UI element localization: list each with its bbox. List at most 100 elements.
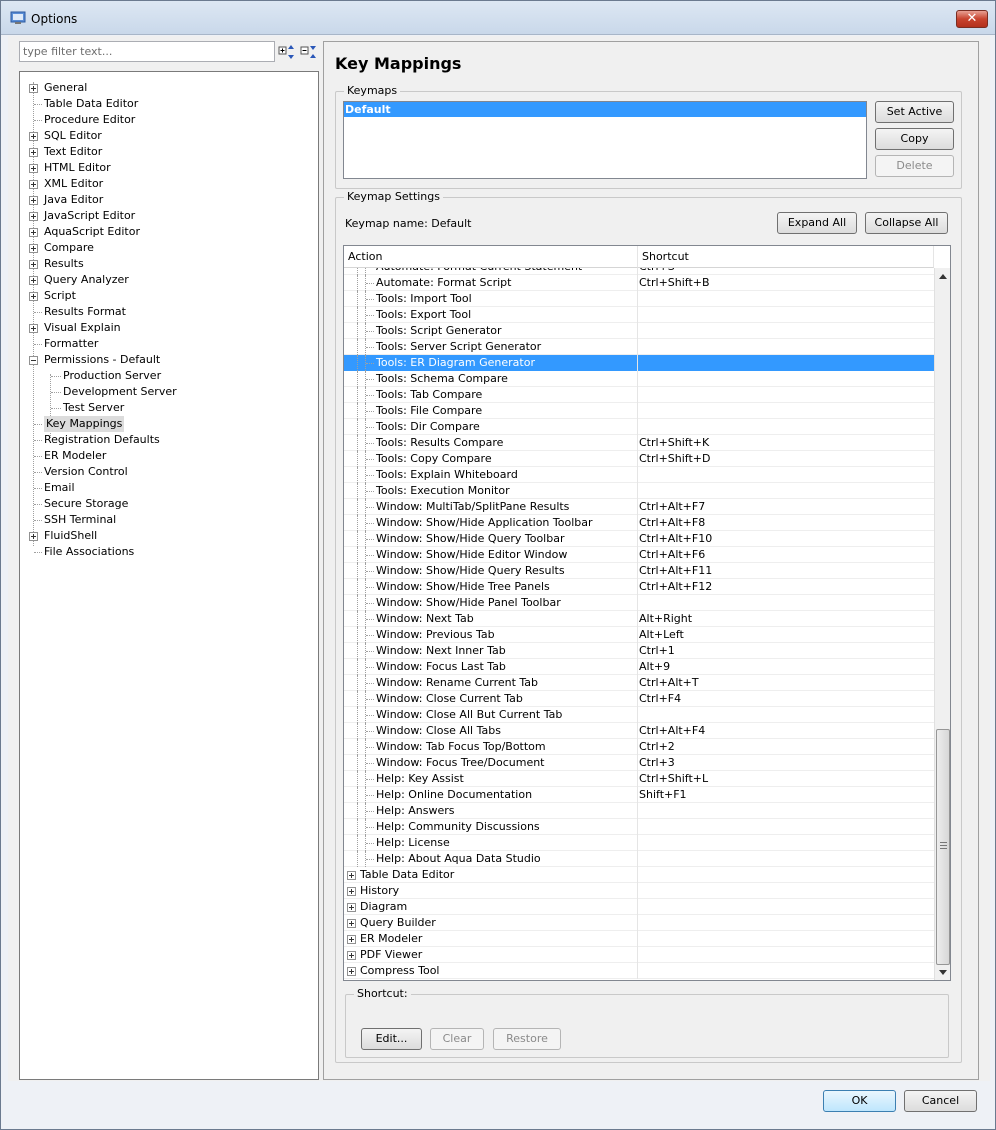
- table-row[interactable]: Tools: File Compare: [344, 403, 934, 419]
- tree-item[interactable]: Test Server: [20, 400, 318, 416]
- table-row[interactable]: Window: Show/Hide Query Results Ctrl+Alt+…: [344, 563, 934, 579]
- tree-item[interactable]: Email: [20, 480, 318, 496]
- expand-icon[interactable]: [347, 903, 356, 912]
- tree-item[interactable]: Query Analyzer: [20, 272, 318, 288]
- table-row[interactable]: Tools: Server Script Generator: [344, 339, 934, 355]
- tree-item[interactable]: JavaScript Editor: [20, 208, 318, 224]
- filter-input[interactable]: [19, 41, 275, 62]
- tree-item[interactable]: SSH Terminal: [20, 512, 318, 528]
- expand-icon[interactable]: [347, 919, 356, 928]
- collapse-all-button[interactable]: Collapse All: [865, 212, 948, 234]
- table-row[interactable]: Window: Close All Tabs Ctrl+Alt+F4: [344, 723, 934, 739]
- table-row[interactable]: Tools: Import Tool: [344, 291, 934, 307]
- tree-item[interactable]: Formatter: [20, 336, 318, 352]
- ok-button[interactable]: OK: [823, 1090, 896, 1112]
- tree-item[interactable]: ER Modeler: [20, 448, 318, 464]
- expand-icon[interactable]: [29, 164, 38, 173]
- expand-icon[interactable]: [347, 967, 356, 976]
- table-row[interactable]: Help: About Aqua Data Studio: [344, 851, 934, 867]
- expand-icon[interactable]: [347, 951, 356, 960]
- restore-shortcut-button[interactable]: Restore: [493, 1028, 561, 1050]
- expand-icon[interactable]: [347, 871, 356, 880]
- table-row[interactable]: Window: Show/Hide Tree Panels Ctrl+Alt+F1…: [344, 579, 934, 595]
- table-row[interactable]: Table Data Editor: [344, 867, 934, 883]
- tree-item[interactable]: General: [20, 80, 318, 96]
- expand-icon[interactable]: [29, 292, 38, 301]
- table-row[interactable]: Window: Next Inner Tab Ctrl+1: [344, 643, 934, 659]
- tree-item[interactable]: Procedure Editor: [20, 112, 318, 128]
- table-row[interactable]: Tools: ER Diagram Generator: [344, 355, 934, 371]
- expand-icon[interactable]: [29, 532, 38, 541]
- table-row[interactable]: Window: Tab Focus Top/Bottom Ctrl+2: [344, 739, 934, 755]
- table-row[interactable]: ER Modeler: [344, 931, 934, 947]
- table-row[interactable]: Window: Close All But Current Tab: [344, 707, 934, 723]
- table-row[interactable]: Help: License: [344, 835, 934, 851]
- expand-icon[interactable]: [29, 324, 38, 333]
- expand-icon[interactable]: [347, 935, 356, 944]
- tree-item[interactable]: HTML Editor: [20, 160, 318, 176]
- table-row[interactable]: Window: Show/Hide Editor Window Ctrl+Alt+…: [344, 547, 934, 563]
- tree-item[interactable]: Table Data Editor: [20, 96, 318, 112]
- table-row[interactable]: Query Builder: [344, 915, 934, 931]
- expand-icon[interactable]: [29, 228, 38, 237]
- expand-tree-icon[interactable]: [278, 43, 296, 61]
- tree-item[interactable]: Visual Explain: [20, 320, 318, 336]
- table-row[interactable]: Tools: Copy Compare Ctrl+Shift+D: [344, 451, 934, 467]
- table-row[interactable]: History: [344, 883, 934, 899]
- table-row[interactable]: Window: Show/Hide Query Toolbar Ctrl+Alt+…: [344, 531, 934, 547]
- table-row[interactable]: Tools: Results Compare Ctrl+Shift+K: [344, 435, 934, 451]
- table-row[interactable]: Tools: Dir Compare: [344, 419, 934, 435]
- table-row[interactable]: Window: Next Tab Alt+Right: [344, 611, 934, 627]
- tree-item[interactable]: Registration Defaults: [20, 432, 318, 448]
- tree-item[interactable]: Secure Storage: [20, 496, 318, 512]
- tree-item[interactable]: Development Server: [20, 384, 318, 400]
- set-active-button[interactable]: Set Active: [875, 101, 954, 123]
- tree-item[interactable]: File Associations: [20, 544, 318, 560]
- tree-item[interactable]: Text Editor: [20, 144, 318, 160]
- table-row[interactable]: Tools: Tab Compare: [344, 387, 934, 403]
- table-row[interactable]: Help: Answers: [344, 803, 934, 819]
- table-row[interactable]: Tools: Script Generator: [344, 323, 934, 339]
- expand-icon[interactable]: [29, 196, 38, 205]
- scroll-up-icon[interactable]: [939, 274, 947, 279]
- table-row[interactable]: Automate: Format Current Statement Ctrl+S: [344, 268, 934, 275]
- table-row[interactable]: Diagram: [344, 899, 934, 915]
- expand-icon[interactable]: [29, 148, 38, 157]
- table-row[interactable]: Window: Previous Tab Alt+Left: [344, 627, 934, 643]
- copy-button[interactable]: Copy: [875, 128, 954, 150]
- delete-button[interactable]: Delete: [875, 155, 954, 177]
- cancel-button[interactable]: Cancel: [904, 1090, 977, 1112]
- tree-item[interactable]: Permissions - Default: [20, 352, 318, 368]
- expand-icon[interactable]: [347, 887, 356, 896]
- edit-shortcut-button[interactable]: Edit...: [361, 1028, 422, 1050]
- table-row[interactable]: Window: MultiTab/SplitPane Results Ctrl+A…: [344, 499, 934, 515]
- table-row[interactable]: Window: Close Current Tab Ctrl+F4: [344, 691, 934, 707]
- expand-all-button[interactable]: Expand All: [777, 212, 857, 234]
- table-row[interactable]: Help: Key Assist Ctrl+Shift+L: [344, 771, 934, 787]
- tree-item[interactable]: Production Server: [20, 368, 318, 384]
- keymaps-list[interactable]: Default: [343, 101, 867, 179]
- collapse-icon[interactable]: [29, 356, 38, 365]
- expand-icon[interactable]: [29, 244, 38, 253]
- tree-item[interactable]: SQL Editor: [20, 128, 318, 144]
- table-row[interactable]: Window: Focus Last Tab Alt+9: [344, 659, 934, 675]
- table-row[interactable]: Tools: Export Tool: [344, 307, 934, 323]
- table-row[interactable]: Window: Rename Current Tab Ctrl+Alt+T: [344, 675, 934, 691]
- column-header-action[interactable]: Action: [344, 246, 638, 268]
- table-row[interactable]: Tools: Schema Compare: [344, 371, 934, 387]
- table-row[interactable]: Compress Tool: [344, 963, 934, 979]
- table-row[interactable]: Window: Show/Hide Application Toolbar Ctr…: [344, 515, 934, 531]
- vertical-scrollbar[interactable]: [934, 268, 950, 980]
- tree-item[interactable]: XML Editor: [20, 176, 318, 192]
- expand-icon[interactable]: [29, 84, 38, 93]
- table-row[interactable]: Automate: Format Script Ctrl+Shift+B: [344, 275, 934, 291]
- scroll-down-icon[interactable]: [939, 970, 947, 975]
- table-row[interactable]: Tools: Execution Monitor: [344, 483, 934, 499]
- key-mappings-table[interactable]: Action Shortcut Automate: Format Current…: [343, 245, 951, 981]
- column-header-shortcut[interactable]: Shortcut: [638, 246, 934, 268]
- tree-item[interactable]: Script: [20, 288, 318, 304]
- options-tree[interactable]: General Table Data Editor Procedure Editor…: [19, 71, 319, 1080]
- expand-icon[interactable]: [29, 132, 38, 141]
- tree-item[interactable]: FluidShell: [20, 528, 318, 544]
- keymap-item-default[interactable]: Default: [344, 102, 866, 117]
